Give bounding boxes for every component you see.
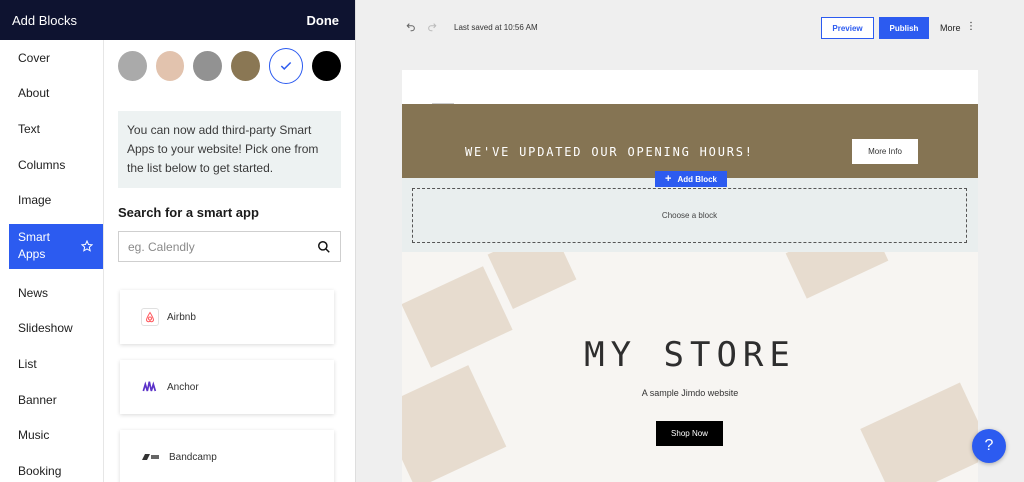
panel-title: Add Blocks (12, 12, 78, 28)
bandcamp-icon (141, 448, 161, 466)
app-card-anchor[interactable]: Anchor (120, 360, 334, 414)
color-swatches (118, 40, 342, 84)
category-label: Columns (18, 157, 66, 172)
color-swatch-beige[interactable] (155, 51, 185, 81)
category-label: About (18, 86, 50, 101)
search-icon[interactable] (317, 240, 331, 254)
category-about[interactable]: About (0, 76, 103, 112)
category-label: Booking (18, 463, 62, 478)
category-smart-apps[interactable]: Smart Apps (9, 223, 103, 269)
category-columns[interactable]: Columns (0, 147, 103, 183)
category-label: Cover (18, 50, 51, 65)
anchor-icon (141, 378, 159, 396)
gift-box-image (785, 252, 889, 299)
category-cover[interactable]: Cover (0, 40, 103, 76)
search-box (118, 231, 341, 262)
category-banner[interactable]: Banner (0, 382, 103, 418)
category-news[interactable]: News (0, 275, 103, 311)
app-name: Anchor (167, 381, 199, 393)
category-image[interactable]: Image (0, 182, 103, 218)
done-button[interactable]: Done (307, 13, 340, 28)
app-card-bandcamp[interactable]: Bandcamp (120, 430, 334, 482)
app-list: Airbnb Anchor Bandcamp (118, 290, 341, 482)
star-icon[interactable] (81, 240, 93, 253)
more-vertical-icon[interactable]: ⋮ (966, 21, 976, 32)
color-swatch-grey[interactable] (118, 51, 147, 81)
banner-text: WE'VE UPDATED OUR OPENING HOURS! (465, 145, 754, 159)
announcement-banner: WE'VE UPDATED OUR OPENING HOURS! More In… (402, 104, 978, 178)
checkmark-icon (280, 61, 292, 70)
more-info-button[interactable]: More Info (852, 139, 918, 164)
help-button[interactable]: ? (972, 429, 1006, 463)
add-blocks-panel: Add Blocks Done Cover About Text Columns… (0, 0, 356, 482)
last-saved-status: Last saved at 10:56 AM (454, 23, 538, 32)
choose-block-placeholder[interactable]: Choose a block (412, 188, 967, 243)
add-block-button[interactable]: + Add Block (655, 171, 727, 187)
category-label: Banner (18, 392, 57, 407)
shop-now-button[interactable]: Shop Now (656, 421, 723, 446)
panel-header: Add Blocks Done (0, 0, 355, 40)
add-block-label: Add Block (677, 174, 717, 184)
publish-button[interactable]: Publish (879, 17, 929, 39)
category-slideshow[interactable]: Slideshow (0, 311, 103, 347)
category-label: News (18, 285, 49, 300)
category-label: Smart Apps (18, 230, 51, 262)
category-label: List (18, 356, 37, 371)
redo-icon[interactable] (427, 22, 437, 35)
app-name: Bandcamp (169, 451, 217, 463)
category-label: Slideshow (18, 321, 73, 336)
category-label: Music (18, 428, 50, 443)
category-label: Image (18, 193, 52, 208)
color-swatch-white-selected[interactable] (268, 48, 304, 84)
plus-icon: + (665, 173, 672, 185)
color-swatch-black[interactable] (312, 51, 342, 81)
hero-section: MY STORE A sample Jimdo website Shop Now (402, 252, 978, 482)
smart-apps-info: You can now add third-party Smart Apps t… (118, 111, 341, 188)
category-music[interactable]: Music (0, 417, 103, 453)
gift-box-image (402, 365, 507, 482)
color-swatch-brown[interactable] (231, 51, 260, 81)
airbnb-icon (141, 308, 159, 326)
site-preview: WE'VE UPDATED OUR OPENING HOURS! More In… (402, 70, 978, 482)
preview-button[interactable]: Preview (821, 17, 874, 39)
category-label: Text (18, 121, 41, 136)
category-list: Cover About Text Columns Image Smart App… (0, 40, 104, 482)
new-block-area: Choose a block (402, 178, 978, 252)
color-swatch-dark-grey[interactable] (193, 51, 223, 81)
category-text[interactable]: Text (0, 111, 103, 147)
smart-apps-content: You can now add third-party Smart Apps t… (104, 40, 355, 482)
more-button[interactable]: More (940, 23, 961, 33)
category-booking[interactable]: Booking (0, 453, 103, 482)
category-list[interactable]: List (0, 346, 103, 382)
store-title: MY STORE (584, 335, 796, 375)
gift-box-image (487, 252, 577, 309)
search-heading: Search for a smart app (118, 205, 259, 220)
app-card-airbnb[interactable]: Airbnb (120, 290, 334, 344)
undo-icon[interactable] (406, 22, 416, 35)
store-subtitle: A sample Jimdo website (641, 388, 739, 398)
choose-block-label: Choose a block (661, 211, 718, 220)
app-name: Airbnb (167, 311, 196, 323)
search-input[interactable] (128, 239, 308, 254)
